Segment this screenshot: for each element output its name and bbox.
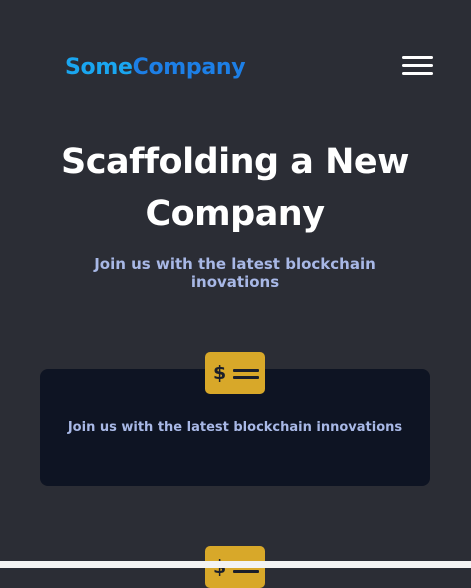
hamburger-line bbox=[402, 56, 433, 59]
logo-text-company: Company bbox=[132, 55, 246, 80]
feature-card-text: Join us with the latest blockchain innov… bbox=[67, 420, 403, 435]
hamburger-line bbox=[402, 64, 433, 67]
logo-text-some: Some bbox=[65, 55, 133, 80]
bill-line bbox=[233, 369, 259, 372]
hero-subtitle: Join us with the latest blockchain inova… bbox=[94, 255, 376, 291]
money-bill-icon: $ bbox=[205, 352, 265, 394]
hamburger-line bbox=[402, 72, 433, 75]
dollar-sign: $ bbox=[213, 362, 227, 384]
bill-line bbox=[233, 376, 259, 379]
bill-line bbox=[233, 570, 259, 573]
company-logo[interactable]: SomeCompany bbox=[65, 54, 246, 82]
bottom-bar bbox=[0, 561, 471, 568]
site-header: SomeCompany bbox=[0, 0, 471, 130]
hero-title: Scaffolding a New Company bbox=[61, 142, 409, 234]
hamburger-menu-icon[interactable] bbox=[402, 55, 433, 77]
